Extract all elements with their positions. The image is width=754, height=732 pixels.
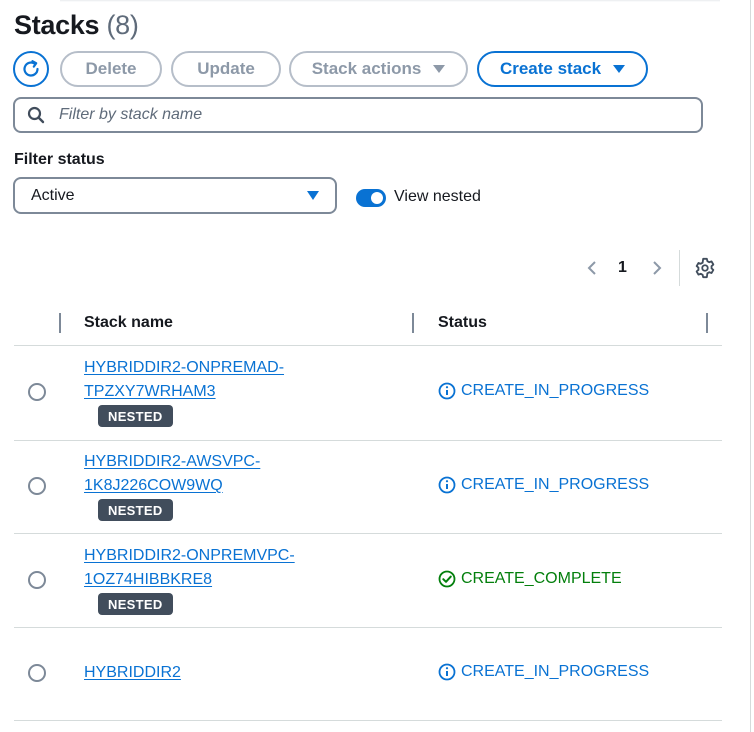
column-resizer[interactable] (706, 313, 708, 333)
stack-count: (8) (106, 10, 139, 40)
preferences-button[interactable] (694, 257, 716, 279)
nested-badge: NESTED (98, 593, 173, 615)
search-input[interactable] (57, 105, 661, 125)
filter-status-select[interactable]: Active (13, 177, 337, 214)
page-title-text: Stacks (14, 10, 100, 40)
chevron-left-icon (587, 261, 596, 275)
chevron-right-icon (653, 261, 662, 275)
page-title: Stacks (8) (14, 10, 139, 41)
row-divider (14, 627, 722, 628)
stack-name-line: HYBRIDDIR2 (84, 664, 181, 681)
row-divider (14, 720, 722, 721)
top-divider (60, 0, 720, 2)
stack-name-link[interactable]: HYBRIDDIR2-ONPREMAD- TPZXY7WRHAM3 (84, 356, 344, 404)
caret-down-icon (433, 65, 446, 73)
info-circle-icon (438, 476, 456, 494)
info-circle-icon (438, 663, 456, 681)
stack-name-link[interactable]: HYBRIDDIR2-AWSVPC- 1K8J226COW9WQ (84, 450, 344, 498)
stack-name-link[interactable]: HYBRIDDIR2-ONPREMVPC- 1OZ74HIBBKRE8 (84, 544, 344, 592)
row-select-radio[interactable] (28, 664, 46, 682)
status-cell: CREATE_COMPLETE (438, 570, 622, 588)
stack-name-line: HYBRIDDIR2-ONPREMVPC- (84, 547, 295, 564)
status-cell: CREATE_IN_PROGRESS (438, 663, 649, 681)
create-stack-label: Create stack (499, 59, 602, 78)
next-page-button[interactable] (647, 258, 667, 278)
stack-search-box (13, 97, 703, 133)
stack-actions-label: Stack actions (311, 59, 422, 78)
status-text: CREATE_IN_PROGRESS (461, 663, 650, 680)
search-icon (27, 106, 45, 124)
stack-name-line: 1K8J226COW9WQ (84, 477, 223, 494)
pagination-divider (679, 250, 680, 286)
status-text: CREATE_COMPLETE (461, 570, 622, 587)
column-divider (59, 313, 61, 333)
column-resizer[interactable] (412, 313, 414, 333)
stacks-page: Stacks (8) Delete Update Stack actions C… (0, 0, 754, 732)
header-divider (14, 345, 722, 346)
row-select-radio[interactable] (28, 477, 46, 495)
row-select-radio[interactable] (28, 571, 46, 589)
stack-name-line: HYBRIDDIR2-ONPREMAD- (84, 359, 285, 376)
filter-status-label: Filter status (14, 151, 105, 168)
stack-name-line: 1OZ74HIBBKRE8 (84, 571, 213, 588)
status-text: CREATE_IN_PROGRESS (461, 382, 650, 399)
stack-name-line: TPZXY7WRHAM3 (84, 383, 216, 400)
status-cell: CREATE_IN_PROGRESS (438, 382, 649, 400)
view-nested-label: View nested (394, 188, 481, 205)
stack-actions-button[interactable]: Stack actions (289, 51, 468, 87)
create-stack-button[interactable]: Create stack (477, 51, 648, 87)
previous-page-button[interactable] (582, 258, 602, 278)
update-button-label: Update (197, 59, 255, 78)
info-circle-icon (438, 382, 456, 400)
status-text: CREATE_IN_PROGRESS (461, 476, 650, 493)
row-divider (14, 440, 722, 441)
status-cell: CREATE_IN_PROGRESS (438, 476, 649, 494)
delete-button-label: Delete (85, 59, 137, 78)
row-select-radio[interactable] (28, 383, 46, 401)
check-circle-icon (438, 570, 456, 588)
stack-name-link[interactable]: HYBRIDDIR2 (84, 661, 344, 685)
refresh-icon (23, 60, 39, 77)
page-number-button[interactable]: 1 (618, 259, 627, 277)
refresh-button[interactable] (13, 51, 49, 87)
row-divider (14, 533, 722, 534)
panel-right-border (750, 0, 751, 732)
nested-badge: NESTED (98, 405, 173, 427)
delete-button[interactable]: Delete (60, 51, 162, 87)
column-header-status[interactable]: Status (438, 314, 487, 332)
filter-status-value: Active (31, 186, 75, 204)
gear-icon (695, 257, 715, 279)
view-nested-toggle[interactable] (356, 189, 386, 207)
update-button[interactable]: Update (171, 51, 281, 87)
stack-name-line: HYBRIDDIR2-AWSVPC- (84, 453, 261, 470)
caret-down-icon (307, 191, 319, 200)
nested-badge: NESTED (98, 499, 173, 521)
caret-down-icon (613, 65, 626, 73)
column-header-stack-name[interactable]: Stack name (84, 314, 173, 332)
